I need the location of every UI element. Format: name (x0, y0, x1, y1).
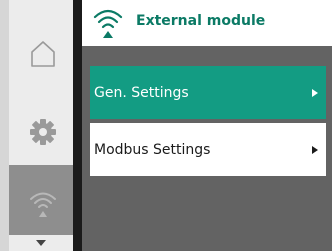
menu-item-modbus-settings[interactable]: Modbus Settings (90, 123, 326, 176)
chevron-down-icon (36, 240, 46, 246)
wifi-module-icon (93, 9, 123, 38)
page-header: External module (82, 0, 332, 46)
menu-item-gen-settings[interactable]: Gen. Settings (90, 66, 326, 119)
wifi-module-icon (30, 192, 56, 217)
caret-right-icon (312, 145, 318, 154)
navigation-rail (0, 0, 82, 251)
rail-left-edge (0, 0, 9, 251)
menu-item-label: Modbus Settings (94, 141, 211, 158)
nav-external-module-button[interactable] (24, 185, 62, 223)
menu-item-label: Gen. Settings (94, 84, 189, 101)
scroll-down-button[interactable] (34, 238, 48, 248)
gear-icon (30, 119, 56, 145)
caret-right-icon (312, 88, 318, 97)
rail-divider (73, 0, 82, 251)
content-panel: External module Gen. Settings Modbus Set… (82, 0, 332, 251)
page-title: External module (136, 13, 266, 29)
nav-settings-button[interactable] (24, 113, 62, 151)
nav-home-button[interactable] (24, 35, 62, 73)
home-icon (31, 41, 55, 67)
